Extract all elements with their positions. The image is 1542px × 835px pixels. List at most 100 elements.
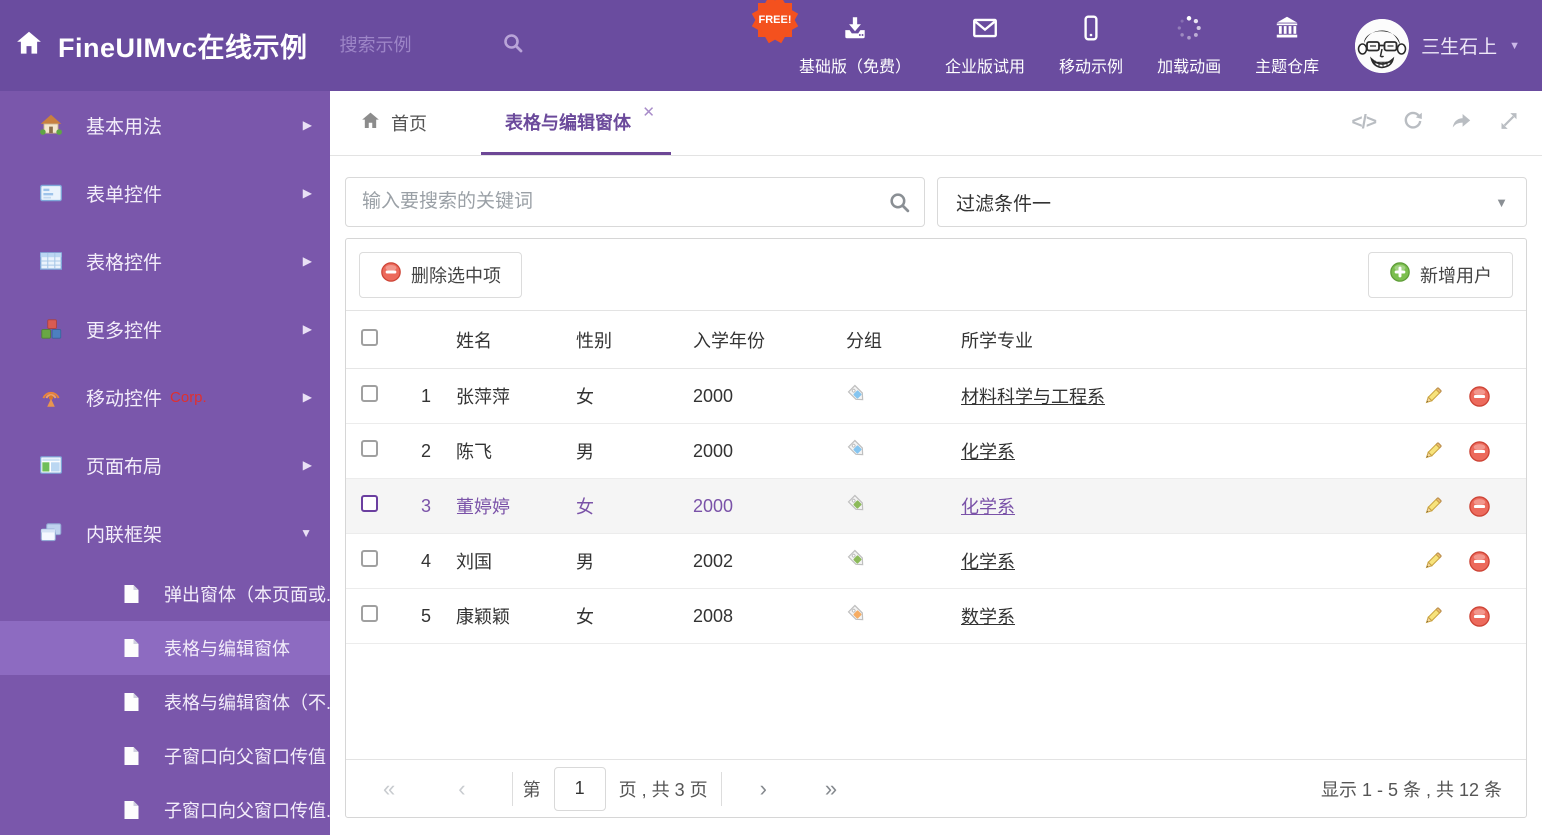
sidebar-subitem-child-to-parent[interactable]: 子窗口向父窗口传值	[0, 729, 330, 783]
sidebar-item-label: 内联框架	[86, 524, 163, 546]
select-all-checkbox[interactable]	[361, 328, 378, 346]
table-row[interactable]: 2 陈飞 男 2000 化学系	[346, 424, 1526, 479]
header-search-input[interactable]	[339, 35, 490, 56]
filter-dropdown-value: 过滤条件一	[956, 193, 1052, 215]
cell-gender: 男	[576, 552, 594, 572]
major-link[interactable]: 材料科学与工程系	[961, 387, 1105, 407]
sidebar-item-more-controls[interactable]: 更多控件 ▶	[0, 295, 330, 363]
delete-icon[interactable]	[1468, 440, 1491, 463]
search-icon[interactable]	[888, 191, 911, 219]
next-page-button[interactable]: ›	[760, 777, 767, 800]
close-icon[interactable]: ✕	[642, 103, 655, 121]
edit-icon[interactable]	[1422, 550, 1444, 572]
major-link[interactable]: 化学系	[961, 552, 1015, 572]
column-header-major[interactable]: 所学专业	[946, 327, 1416, 353]
sidebar-subitem-label: 表格与编辑窗体	[164, 639, 290, 659]
sidebar-item-iframe[interactable]: 内联框架 ▼	[0, 499, 330, 567]
username: 三生石上	[1421, 37, 1498, 58]
source-code-icon[interactable]: </>	[1352, 112, 1378, 134]
sidebar-item-mobile-controls[interactable]: 移动控件 Corp. ▶	[0, 363, 330, 431]
row-checkbox[interactable]	[361, 605, 378, 622]
major-link[interactable]: 数学系	[961, 607, 1015, 627]
row-checkbox[interactable]	[361, 495, 378, 512]
row-checkbox[interactable]	[361, 385, 378, 402]
keyword-search-input[interactable]	[345, 177, 925, 227]
column-header-year[interactable]: 入学年份	[676, 327, 831, 353]
chevron-right-icon: ▶	[302, 118, 312, 132]
edit-icon[interactable]	[1422, 495, 1444, 517]
sidebar-subitem-popup-window[interactable]: 弹出窗体（本页面或...	[0, 567, 330, 621]
delete-icon[interactable]	[1468, 605, 1491, 628]
sidebar: 基本用法 ▶ 表单控件 ▶ 表格控件 ▶ 更多控件 ▶ 移动控件 Corp. ▶…	[0, 91, 330, 835]
page-number-input[interactable]	[553, 766, 606, 811]
row-index: 2	[420, 440, 431, 461]
nav-item-enterprise-trial[interactable]: 企业版试用	[945, 14, 1025, 77]
refresh-icon[interactable]	[1402, 110, 1424, 137]
major-link[interactable]: 化学系	[961, 497, 1015, 517]
row-index: 3	[420, 495, 431, 516]
home-icon[interactable]	[14, 28, 44, 63]
page-icon	[120, 691, 142, 713]
expand-icon[interactable]	[1498, 110, 1520, 137]
delete-icon[interactable]	[1468, 385, 1491, 408]
column-header-gender[interactable]: 性别	[561, 327, 676, 353]
share-icon[interactable]	[1450, 110, 1472, 137]
column-header-name[interactable]: 姓名	[441, 327, 561, 353]
sidebar-item-grid-controls[interactable]: 表格控件 ▶	[0, 227, 330, 295]
top-header: FineUIMvc在线示例 FREE! 基础版（免费） 企业版试用	[0, 0, 1542, 91]
nav-item-loading-animation[interactable]: 加载动画	[1157, 14, 1221, 77]
table-row[interactable]: 4 刘国 男 2002 化学系	[346, 534, 1526, 589]
mobile-icon	[1077, 14, 1105, 47]
table-row[interactable]: 5 康颖颖 女 2008 数学系	[346, 589, 1526, 644]
sidebar-subitem-child-to-parent-2[interactable]: 子窗口向父窗口传值...	[0, 783, 330, 835]
cubes-icon	[38, 316, 64, 342]
sidebar-subitem-grid-edit-window-2[interactable]: 表格与编辑窗体（不...	[0, 675, 330, 729]
sidebar-item-form-controls[interactable]: 表单控件 ▶	[0, 159, 330, 227]
user-menu[interactable]: 三生石上 ▼	[1355, 18, 1520, 73]
row-checkbox[interactable]	[361, 440, 378, 457]
avatar	[1355, 18, 1410, 73]
layout-icon	[38, 452, 64, 478]
edit-icon[interactable]	[1422, 385, 1444, 407]
add-user-button[interactable]: 新增用户	[1368, 251, 1513, 298]
nav-item-theme-repo[interactable]: 主题仓库	[1255, 14, 1319, 77]
nav-label: 加载动画	[1157, 59, 1222, 76]
grid-toolbar: 删除选中项 新增用户	[346, 239, 1526, 311]
cell-name: 张萍萍	[456, 387, 510, 407]
sidebar-item-page-layout[interactable]: 页面布局 ▶	[0, 431, 330, 499]
column-header-group[interactable]: 分组	[831, 327, 946, 353]
page-icon	[120, 637, 142, 659]
row-checkbox[interactable]	[361, 550, 378, 567]
tab-grid-edit-window[interactable]: 表格与编辑窗体 ✕	[481, 91, 671, 155]
mail-icon	[971, 14, 999, 47]
sidebar-item-label: 基本用法	[86, 116, 163, 138]
delete-icon[interactable]	[1468, 495, 1491, 518]
app-logo[interactable]: FineUIMvc在线示例	[58, 26, 308, 65]
nav-item-mobile-demo[interactable]: 移动示例	[1059, 14, 1123, 77]
edit-icon[interactable]	[1422, 440, 1444, 462]
divider	[720, 771, 722, 806]
delete-selected-button[interactable]: 删除选中项	[359, 251, 522, 298]
delete-icon[interactable]	[1468, 550, 1491, 573]
last-page-button[interactable]: »	[825, 777, 837, 800]
nav-label: 基础版（免费）	[799, 59, 912, 76]
free-badge: FREE!	[751, 0, 799, 44]
header-nav: FREE! 基础版（免费） 企业版试用 移动示例 加载动画 主题仓库	[751, 0, 1319, 77]
prev-page-button[interactable]: ‹	[458, 777, 465, 800]
nav-item-basic-edition[interactable]: FREE! 基础版（免费）	[751, 0, 912, 77]
tab-home[interactable]: 首页	[330, 91, 453, 155]
add-user-label: 新增用户	[1420, 265, 1492, 286]
edit-icon[interactable]	[1422, 605, 1444, 627]
table-row[interactable]: 1 张萍萍 女 2000 材料科学与工程系	[346, 369, 1526, 424]
first-page-button[interactable]: «	[383, 777, 395, 800]
cell-year: 2000	[693, 495, 734, 516]
content-area: 过滤条件一 ▼ 删除选中项 新增用户	[330, 156, 1542, 835]
spinner-icon	[1175, 14, 1203, 47]
search-icon[interactable]	[502, 32, 524, 59]
sidebar-subitem-grid-edit-window[interactable]: 表格与编辑窗体	[0, 621, 330, 675]
table-row-selected[interactable]: 3 董婷婷 女 2000 化学系	[346, 479, 1526, 534]
major-link[interactable]: 化学系	[961, 442, 1015, 462]
row-index: 4	[420, 550, 431, 571]
filter-dropdown[interactable]: 过滤条件一 ▼	[937, 177, 1527, 227]
sidebar-item-basic-usage[interactable]: 基本用法 ▶	[0, 91, 330, 159]
